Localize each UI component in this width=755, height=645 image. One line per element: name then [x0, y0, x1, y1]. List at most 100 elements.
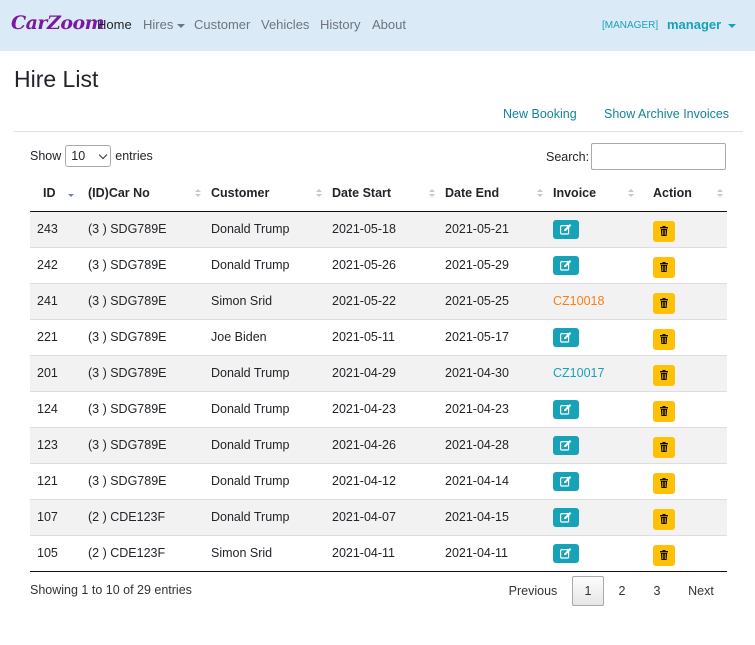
create-invoice-button[interactable] [553, 255, 579, 275]
entries-select-value: 10 [71, 149, 86, 163]
cell-id: 107 [30, 498, 78, 535]
cell-date-start: 2021-04-11 [326, 534, 439, 572]
cell-date-end-text: 2021-04-11 [445, 545, 509, 560]
cell-date-start: 2021-05-18 [326, 211, 439, 247]
sort-icon [429, 189, 435, 198]
table-row: 243 (3 ) SDG789E Donald Trump 2021-05-18 202… [30, 211, 727, 247]
edit-icon [560, 547, 572, 559]
column-header-date-start[interactable]: Date Start [326, 176, 439, 212]
trash-icon [660, 297, 668, 308]
show-label: Show [30, 149, 62, 163]
cell-id: 241 [30, 282, 78, 319]
cell-car-no: (3 ) SDG789E [78, 246, 205, 283]
cell-invoice [547, 462, 638, 499]
column-header-invoice[interactable]: Invoice [547, 176, 638, 212]
delete-button[interactable] [653, 256, 675, 278]
invoice-link[interactable]: CZ10017 [553, 356, 638, 380]
show-archive-invoices-link[interactable]: Show Archive Invoices [604, 107, 729, 121]
delete-button[interactable] [653, 292, 675, 314]
pagination-next[interactable]: Next [676, 576, 726, 606]
cell-car-no: (3 ) SDG789E [78, 318, 205, 355]
trash-icon [660, 225, 668, 236]
cell-customer-text: Donald Trump [211, 221, 290, 236]
create-invoice-button[interactable] [553, 471, 579, 491]
pagination-page-2[interactable]: 2 [606, 576, 638, 606]
cell-car-no: (3 ) SDG789E [78, 282, 205, 319]
create-invoice-button[interactable] [553, 507, 579, 527]
cell-date-start-text: 2021-04-26 [332, 437, 396, 452]
table-info: Showing 1 to 10 of 29 entries [30, 583, 192, 597]
cell-date-end: 2021-05-17 [439, 318, 547, 355]
nav-vehicles[interactable]: Vehicles [261, 17, 309, 32]
nav-customer[interactable]: Customer [194, 17, 250, 32]
delete-button[interactable] [653, 508, 675, 530]
trash-icon [660, 405, 668, 416]
nav-home[interactable]: Home [97, 17, 132, 32]
new-booking-link[interactable]: New Booking [503, 107, 577, 121]
trash-icon [660, 369, 668, 380]
cell-car-no: (3 ) SDG789E [78, 354, 205, 391]
column-header-customer[interactable]: Customer [205, 176, 326, 212]
delete-button[interactable] [653, 220, 675, 242]
nav-hires-dropdown[interactable]: Hires [143, 17, 186, 32]
create-invoice-button[interactable] [553, 327, 579, 347]
search-input[interactable] [591, 143, 727, 170]
cell-customer: Donald Trump [205, 390, 326, 427]
cell-action [638, 354, 727, 391]
cell-id: 201 [30, 354, 78, 391]
pagination-previous[interactable]: Previous [500, 576, 566, 606]
trash-icon [660, 513, 668, 524]
table-row: 201 (3 ) SDG789E Donald Trump 2021-04-29 202… [30, 354, 727, 391]
cell-customer-text: Donald Trump [211, 509, 290, 524]
table-row: 123 (3 ) SDG789E Donald Trump 2021-04-26 202… [30, 426, 727, 463]
column-label: Action [653, 186, 692, 201]
column-label: (ID)Car No [88, 186, 150, 201]
pagination-page-3[interactable]: 3 [641, 576, 673, 606]
column-header-date-end[interactable]: Date End [439, 176, 547, 212]
entries-select[interactable]: 10 [65, 145, 112, 167]
cell-id-text: 201 [37, 365, 58, 380]
column-header-car-no[interactable]: (ID)Car No [78, 176, 205, 212]
create-invoice-button[interactable] [553, 219, 579, 239]
cell-action [638, 390, 727, 427]
delete-button[interactable] [653, 436, 675, 458]
cell-invoice [547, 498, 638, 535]
cell-id: 105 [30, 534, 78, 572]
user-menu-dropdown[interactable]: manager [667, 17, 737, 32]
entries-length-control: Show 10 entries [30, 145, 153, 167]
create-invoice-button[interactable] [553, 435, 579, 455]
cell-customer: Donald Trump [205, 354, 326, 391]
column-header-action[interactable]: Action [638, 176, 727, 212]
cell-action [638, 318, 727, 355]
edit-icon [560, 331, 572, 343]
cell-car-no: (3 ) SDG789E [78, 462, 205, 499]
create-invoice-button[interactable] [553, 399, 579, 419]
cell-date-end-text: 2021-04-14 [445, 473, 509, 488]
column-header-id[interactable]: ID [30, 176, 78, 212]
delete-button[interactable] [653, 328, 675, 350]
chevron-down-icon [177, 23, 186, 28]
column-label: Customer [211, 186, 270, 201]
edit-icon [560, 475, 572, 487]
create-invoice-button[interactable] [553, 543, 579, 563]
cell-date-start-text: 2021-05-11 [332, 329, 396, 344]
cell-action [638, 498, 727, 535]
delete-button[interactable] [653, 472, 675, 494]
divider [14, 131, 743, 132]
brand-logo[interactable]: CarZoom [11, 12, 105, 34]
nav-about[interactable]: About [372, 17, 406, 32]
cell-date-end: 2021-05-21 [439, 211, 547, 247]
pagination-page-1[interactable]: 1 [572, 576, 604, 606]
delete-button[interactable] [653, 544, 675, 566]
cell-id: 121 [30, 462, 78, 499]
nav-history[interactable]: History [320, 17, 360, 32]
delete-button[interactable] [653, 364, 675, 386]
cell-id-text: 221 [37, 329, 58, 344]
cell-customer-text: Simon Srid [211, 293, 273, 308]
cell-customer-text: Donald Trump [211, 401, 290, 416]
trash-icon [660, 549, 668, 560]
cell-action [638, 426, 727, 463]
delete-button[interactable] [653, 400, 675, 422]
cell-customer: Donald Trump [205, 211, 326, 247]
invoice-link[interactable]: CZ10018 [553, 284, 638, 308]
